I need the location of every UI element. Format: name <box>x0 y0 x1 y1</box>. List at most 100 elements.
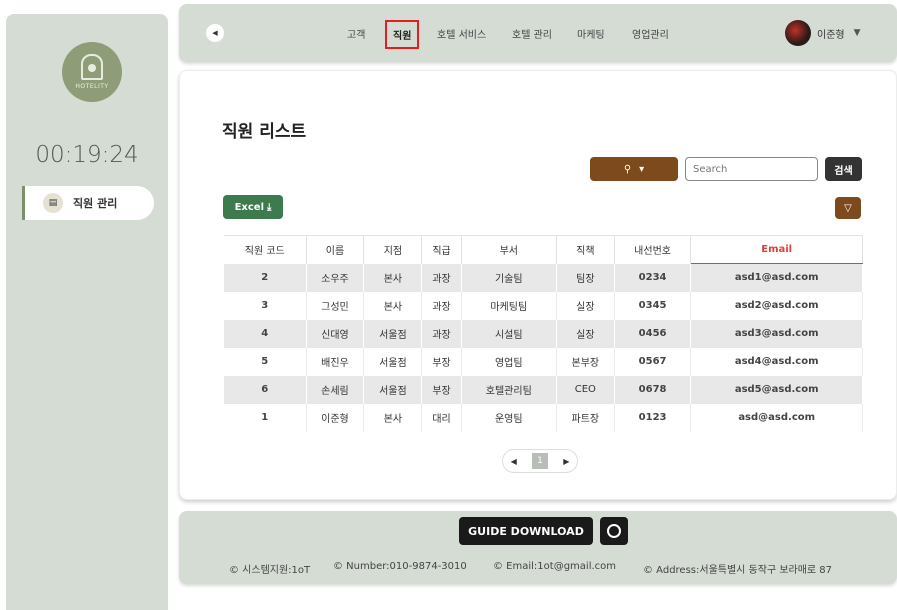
cell-name: 신대영 <box>306 319 365 348</box>
footer-phone: © Number:010-9874-3010 <box>333 561 467 572</box>
hotelity-logo[interactable]: HOTELITY <box>62 42 122 102</box>
pagination: ◀ 1 ▶ <box>502 449 578 473</box>
footer: GUIDE DOWNLOAD © 시스템지원:1oT © Number:010-… <box>179 511 897 584</box>
cell-extension: 0678 <box>614 375 692 404</box>
cell-code: 1 <box>224 403 307 432</box>
table-row[interactable]: 4 신대영 서울점 과장 시설팀 실장 0456 asd3@asd.com <box>224 319 863 348</box>
sidebar-item-employee-management[interactable]: ▤ 직원 관리 <box>22 186 154 220</box>
search-button[interactable]: 검색 <box>825 157 862 181</box>
col-department[interactable]: 부서 <box>461 235 557 264</box>
top-navigation: ◀ 고객 직원 호텔 서비스 호텔 관리 마케팅 영업관리 이준형 ▼ <box>179 4 897 62</box>
user-menu[interactable]: 이준형 ▼ <box>785 20 861 46</box>
col-email[interactable]: Email <box>690 235 863 264</box>
footer-address: © Address:서울특별시 동작구 보라매로 87 <box>643 565 833 576</box>
cell-extension: 0345 <box>614 291 692 320</box>
logo-text: HOTELITY <box>75 83 109 90</box>
col-rank[interactable]: 직급 <box>421 235 462 264</box>
guide-download-button[interactable]: GUIDE DOWNLOAD <box>459 517 593 545</box>
cell-rank: 과장 <box>421 319 462 348</box>
sidebar: HOTELITY 00:19:24 ▤ 직원 관리 <box>6 14 168 610</box>
cell-branch: 본사 <box>363 263 423 292</box>
cell-email: asd5@asd.com <box>690 375 863 404</box>
footer-support: © 시스템지원:1oT <box>229 565 311 576</box>
search-icon: ⚲ <box>623 163 632 175</box>
cell-rank: 부장 <box>421 347 462 376</box>
col-name[interactable]: 이름 <box>306 235 365 264</box>
table-row[interactable]: 5 배진우 서울점 부장 영업팀 본부장 0567 asd4@asd.com <box>224 347 863 376</box>
col-employee-code[interactable]: 직원 코드 <box>224 235 307 264</box>
cell-position: 팀장 <box>556 263 615 292</box>
cell-email: asd2@asd.com <box>690 291 863 320</box>
page-title: 직원 리스트 <box>222 122 307 142</box>
nav-hotel-management[interactable]: 호텔 관리 <box>512 26 552 41</box>
cell-name: 배진우 <box>306 347 365 376</box>
caret-down-icon: ▾ <box>639 163 645 175</box>
cell-department: 기술팀 <box>461 263 557 292</box>
cell-branch: 서울점 <box>363 319 423 348</box>
excel-export-button[interactable]: Excel ⤓ <box>223 195 283 219</box>
cell-department: 영업팀 <box>461 347 557 376</box>
cell-department: 호텔관리팀 <box>461 375 557 404</box>
cell-code: 3 <box>224 291 307 320</box>
table-row[interactable]: 3 그성민 본사 과장 마케팅팀 실장 0345 asd2@asd.com <box>224 291 863 320</box>
next-page-icon[interactable]: ▶ <box>563 457 569 466</box>
page-number-current[interactable]: 1 <box>531 453 548 469</box>
nav-sales-management[interactable]: 영업관리 <box>632 26 669 41</box>
cell-name: 소우주 <box>306 263 365 292</box>
cell-extension: 0234 <box>614 263 692 292</box>
logo-icon <box>81 54 103 80</box>
cell-branch: 본사 <box>363 291 423 320</box>
employee-table: 직원 코드 이름 지점 직급 부서 직책 내선번호 Email 2 소우주 본사… <box>224 235 863 432</box>
cell-code: 4 <box>224 319 307 348</box>
cell-branch: 서울점 <box>363 347 423 376</box>
excel-label: Excel <box>234 201 264 213</box>
col-branch[interactable]: 지점 <box>363 235 423 264</box>
search-type-dropdown[interactable]: ⚲ ▾ <box>590 157 678 181</box>
github-icon[interactable] <box>600 517 628 545</box>
nav-hotel-service[interactable]: 호텔 서비스 <box>437 26 486 41</box>
cell-code: 2 <box>224 263 307 292</box>
download-icon: ⤓ <box>267 201 272 213</box>
cell-department: 시설팀 <box>461 319 557 348</box>
sidebar-item-label: 직원 관리 <box>73 197 118 210</box>
nav-employee[interactable]: 직원 <box>385 20 420 49</box>
cell-rank: 과장 <box>421 263 462 292</box>
cell-name: 그성민 <box>306 291 365 320</box>
cell-rank: 부장 <box>421 375 462 404</box>
caret-down-icon: ▼ <box>853 28 861 38</box>
nav-marketing[interactable]: 마케팅 <box>577 26 605 41</box>
cell-name: 손세림 <box>306 375 365 404</box>
cell-position: 본부장 <box>556 347 615 376</box>
cell-position: 파트장 <box>556 403 615 432</box>
main-panel: 직원 리스트 ⚲ ▾ 검색 Excel ⤓ ▽ 직원 코드 이름 지점 직급 부… <box>179 70 897 500</box>
col-extension[interactable]: 내선번호 <box>614 235 692 264</box>
cell-rank: 대리 <box>421 403 462 432</box>
filter-icon[interactable]: ▽ <box>835 197 861 219</box>
footer-email: © Email:1ot@gmail.com <box>493 561 617 572</box>
table-row[interactable]: 6 손세림 서울점 부장 호텔관리팀 CEO 0678 asd5@asd.com <box>224 375 863 404</box>
cell-email: asd4@asd.com <box>690 347 863 376</box>
cell-email: asd@asd.com <box>690 403 863 432</box>
cell-branch: 본사 <box>363 403 423 432</box>
cell-email: asd3@asd.com <box>690 319 863 348</box>
cell-code: 6 <box>224 375 307 404</box>
table-row[interactable]: 1 이준형 본사 대리 운영팀 파트장 0123 asd@asd.com <box>224 403 863 432</box>
cell-position: CEO <box>556 375 615 404</box>
cell-email: asd1@asd.com <box>690 263 863 292</box>
nav-customer[interactable]: 고객 <box>347 26 365 41</box>
col-position[interactable]: 직책 <box>556 235 615 264</box>
avatar <box>785 20 811 46</box>
cell-name: 이준형 <box>306 403 365 432</box>
id-card-icon: ▤ <box>43 193 63 213</box>
cell-department: 마케팅팀 <box>461 291 557 320</box>
cell-extension: 0567 <box>614 347 692 376</box>
prev-page-icon[interactable]: ◀ <box>511 457 517 466</box>
cell-rank: 과장 <box>421 291 462 320</box>
chevron-left-icon[interactable]: ◀ <box>206 24 224 42</box>
search-input[interactable] <box>685 157 818 181</box>
user-name: 이준형 <box>817 29 845 41</box>
cell-extension: 0456 <box>614 319 692 348</box>
cell-position: 실장 <box>556 319 615 348</box>
cell-branch: 서울점 <box>363 375 423 404</box>
table-row[interactable]: 2 소우주 본사 과장 기술팀 팀장 0234 asd1@asd.com <box>224 263 863 292</box>
